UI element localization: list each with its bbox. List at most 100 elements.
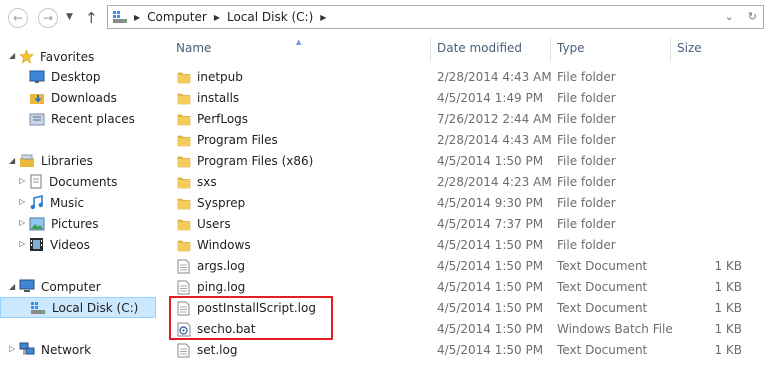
pictures-icon — [29, 217, 45, 231]
file-name: Windows — [197, 238, 251, 252]
star-icon — [19, 49, 34, 64]
nav-videos[interactable]: Videos — [29, 234, 90, 255]
column-divider[interactable] — [430, 38, 431, 62]
desktop-icon — [29, 70, 45, 84]
file-type: File folder — [557, 154, 616, 168]
back-button[interactable]: ← — [8, 8, 28, 28]
nav-recent-places[interactable]: Recent places — [29, 108, 135, 129]
libraries-icon — [19, 154, 35, 168]
file-type: File folder — [557, 112, 616, 126]
computer-icon — [19, 279, 35, 294]
file-name: Program Files (x86) — [197, 154, 314, 168]
forward-button[interactable]: → — [38, 8, 58, 28]
folder-icon — [177, 112, 191, 127]
expand-network-icon[interactable]: ▷ — [9, 344, 15, 353]
expand-videos-icon[interactable]: ▷ — [19, 239, 25, 248]
expand-music-icon[interactable]: ▷ — [19, 197, 25, 206]
collapse-computer-icon[interactable]: ◢ — [9, 282, 15, 291]
file-name: Program Files — [197, 133, 278, 147]
collapse-favorites-icon[interactable]: ◢ — [9, 51, 15, 60]
file-type: File folder — [557, 70, 616, 84]
file-name: Users — [197, 217, 231, 231]
nav-computer[interactable]: Computer — [19, 276, 101, 297]
file-size: 1 KB — [714, 259, 742, 273]
file-row[interactable]: PerfLogs 7/26/2012 2:44 AM File folder — [160, 109, 768, 130]
folder-icon — [177, 133, 191, 148]
nav-pictures[interactable]: Pictures — [29, 213, 99, 234]
sort-ascending-icon: ▲ — [296, 38, 302, 46]
file-row[interactable]: Program Files (x86) 4/5/2014 1:50 PM File … — [160, 151, 768, 172]
file-type: Text Document — [557, 343, 648, 357]
collapse-libraries-icon[interactable]: ◢ — [9, 156, 15, 165]
breadcrumb-separator-icon[interactable]: ▶ — [214, 13, 220, 22]
nav-desktop[interactable]: Desktop — [29, 66, 101, 87]
file-date-modified: 4/5/2014 1:50 PM — [437, 259, 544, 273]
file-type: Text Document — [557, 301, 648, 315]
nav-documents[interactable]: Documents — [29, 171, 117, 192]
file-row[interactable]: Sysprep 4/5/2014 9:30 PM File folder — [160, 193, 768, 214]
column-header-size[interactable]: Size — [677, 41, 702, 63]
file-row[interactable]: Users 4/5/2014 7:37 PM File folder — [160, 214, 768, 235]
file-name: sxs — [197, 175, 217, 189]
folder-icon — [177, 91, 191, 106]
file-row[interactable]: installs 4/5/2014 1:49 PM File folder — [160, 88, 768, 109]
local-disk-icon — [30, 300, 46, 315]
file-date-modified: 2/28/2014 4:23 AM — [437, 175, 552, 189]
file-date-modified: 4/5/2014 1:50 PM — [437, 280, 544, 294]
file-size: 1 KB — [714, 343, 742, 357]
file-row[interactable]: Program Files 2/28/2014 4:43 AM File folde… — [160, 130, 768, 151]
file-type: File folder — [557, 175, 616, 189]
file-date-modified: 4/5/2014 9:30 PM — [437, 196, 544, 210]
address-history-dropdown-icon[interactable]: ⌄ — [725, 10, 734, 23]
refresh-icon[interactable]: ↻ — [748, 10, 757, 23]
nav-network[interactable]: Network — [19, 339, 91, 360]
file-date-modified: 4/5/2014 1:50 PM — [437, 238, 544, 252]
folder-icon — [177, 175, 191, 190]
highlight-box — [169, 296, 333, 340]
column-header-type[interactable]: Type — [557, 41, 585, 63]
folder-icon — [177, 196, 191, 211]
file-size: 1 KB — [714, 301, 742, 315]
file-name: ping.log — [197, 280, 246, 294]
expand-pictures-icon[interactable]: ▷ — [19, 218, 25, 227]
column-header-date-modified[interactable]: Date modified — [437, 41, 522, 63]
nav-libraries[interactable]: Libraries — [19, 150, 93, 171]
breadcrumb-computer[interactable]: Computer — [147, 10, 207, 24]
column-divider[interactable] — [550, 38, 551, 62]
nav-local-disk-c[interactable]: Local Disk (C:) — [0, 297, 156, 318]
recent-places-icon — [29, 112, 45, 126]
breadcrumb-separator-icon[interactable]: ▶ — [134, 13, 140, 22]
nav-favorites[interactable]: Favorites — [19, 46, 94, 67]
file-type: File folder — [557, 91, 616, 105]
file-date-modified: 4/5/2014 1:49 PM — [437, 91, 544, 105]
expand-documents-icon[interactable]: ▷ — [19, 176, 25, 185]
file-row[interactable]: ping.log 4/5/2014 1:50 PM Text Document 1 K… — [160, 277, 768, 298]
file-row[interactable]: args.log 4/5/2014 1:50 PM Text Document 1 K… — [160, 256, 768, 277]
file-row[interactable]: set.log 4/5/2014 1:50 PM Text Document 1 KB — [160, 340, 768, 361]
file-size: 1 KB — [714, 322, 742, 336]
nav-downloads[interactable]: Downloads — [29, 87, 117, 108]
breadcrumb-separator-icon[interactable]: ▶ — [320, 13, 326, 22]
column-header-name[interactable]: Name — [176, 41, 211, 63]
navigation-pane: ◢ Favorites Desktop Downloads Recent pla… — [0, 36, 160, 370]
nav-music[interactable]: Music — [29, 192, 84, 213]
up-arrow-button[interactable]: ↑ — [85, 9, 98, 27]
music-icon — [29, 195, 44, 210]
file-row[interactable]: sxs 2/28/2014 4:23 AM File folder — [160, 172, 768, 193]
file-date-modified: 2/28/2014 4:43 AM — [437, 70, 552, 84]
breadcrumb-local-disk[interactable]: Local Disk (C:) — [227, 10, 313, 24]
file-date-modified: 2/28/2014 4:43 AM — [437, 133, 552, 147]
column-divider[interactable] — [670, 38, 671, 62]
file-name: PerfLogs — [197, 112, 249, 126]
file-name: installs — [197, 91, 240, 105]
address-bar[interactable]: ▶ Computer ▶ Local Disk (C:) ▶ ⌄ ↻ — [107, 5, 764, 29]
file-row[interactable]: Windows 4/5/2014 1:50 PM File folder — [160, 235, 768, 256]
file-name: Sysprep — [197, 196, 246, 210]
file-size: 1 KB — [714, 280, 742, 294]
folder-icon — [177, 70, 191, 85]
file-type: File folder — [557, 196, 616, 210]
videos-icon — [29, 237, 44, 252]
file-row[interactable]: inetpub 2/28/2014 4:43 AM File folder — [160, 67, 768, 88]
file-type: File folder — [557, 238, 616, 252]
recent-locations-dropdown[interactable]: ▼ — [66, 12, 73, 22]
